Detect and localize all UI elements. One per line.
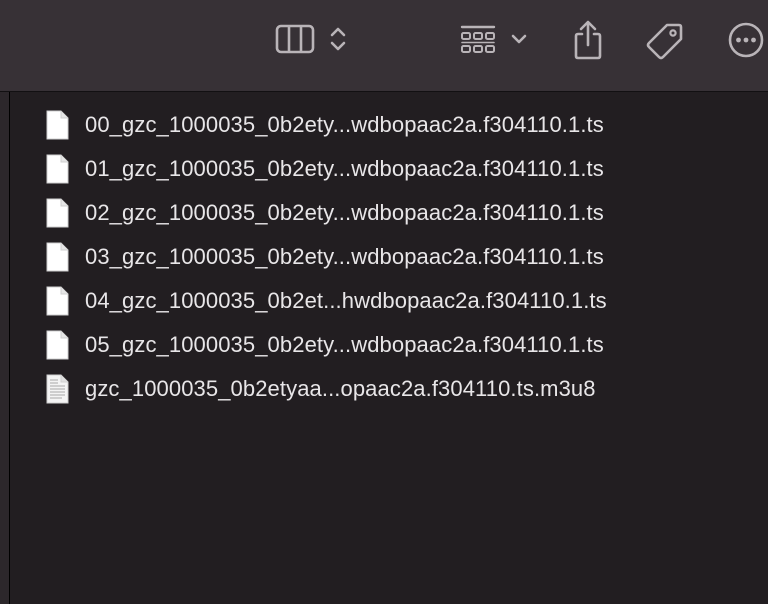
file-name: 04_gzc_1000035_0b2et...hwdbopaac2a.f3041…	[85, 288, 607, 313]
column-view-icon	[275, 24, 315, 54]
file-name: gzc_1000035_0b2etyaa...opaac2a.f304110.t…	[85, 376, 596, 401]
group-by-button[interactable]	[456, 20, 500, 60]
file-name: 02_gzc_1000035_0b2ety...wdbopaac2a.f3041…	[85, 200, 604, 225]
sidebar-edge	[0, 92, 10, 604]
file-row[interactable]: gzc_1000035_0b2etyaa...opaac2a.f304110.t…	[11, 367, 768, 411]
blank-document-icon	[46, 154, 69, 184]
blank-document-icon	[46, 242, 69, 272]
finder-window: 00_gzc_1000035_0b2ety...wdbopaac2a.f3041…	[0, 0, 768, 604]
blank-document-icon	[46, 110, 69, 140]
file-name: 05_gzc_1000035_0b2ety...wdbopaac2a.f3041…	[85, 332, 604, 357]
blank-document-icon	[46, 286, 69, 316]
group-by-menu-button[interactable]	[508, 28, 530, 50]
tag-button[interactable]	[642, 20, 686, 62]
file-row[interactable]: 04_gzc_1000035_0b2et...hwdbopaac2a.f3041…	[11, 279, 768, 323]
chevron-down-icon	[511, 34, 527, 44]
file-row[interactable]: 02_gzc_1000035_0b2ety...wdbopaac2a.f3041…	[11, 191, 768, 235]
blank-document-icon	[46, 330, 69, 360]
more-icon	[728, 22, 764, 58]
toolbar	[0, 0, 768, 92]
share-icon	[574, 20, 602, 60]
more-button[interactable]	[726, 20, 766, 60]
file-name: 00_gzc_1000035_0b2ety...wdbopaac2a.f3041…	[85, 112, 604, 137]
file-row[interactable]: 00_gzc_1000035_0b2ety...wdbopaac2a.f3041…	[11, 103, 768, 147]
file-row[interactable]: 03_gzc_1000035_0b2ety...wdbopaac2a.f3041…	[11, 235, 768, 279]
text-document-icon	[46, 374, 69, 404]
file-name: 01_gzc_1000035_0b2ety...wdbopaac2a.f3041…	[85, 156, 604, 181]
view-options-button[interactable]	[326, 22, 350, 56]
share-button[interactable]	[568, 18, 608, 62]
file-row[interactable]: 05_gzc_1000035_0b2ety...wdbopaac2a.f3041…	[11, 323, 768, 367]
file-list: 00_gzc_1000035_0b2ety...wdbopaac2a.f3041…	[11, 103, 768, 411]
tag-icon	[646, 23, 683, 60]
view-options-chevron-icon	[330, 27, 346, 51]
group-by-icon	[460, 25, 496, 53]
column-view-button[interactable]	[274, 22, 316, 56]
file-row[interactable]: 01_gzc_1000035_0b2ety...wdbopaac2a.f3041…	[11, 147, 768, 191]
file-name: 03_gzc_1000035_0b2ety...wdbopaac2a.f3041…	[85, 244, 604, 269]
blank-document-icon	[46, 198, 69, 228]
